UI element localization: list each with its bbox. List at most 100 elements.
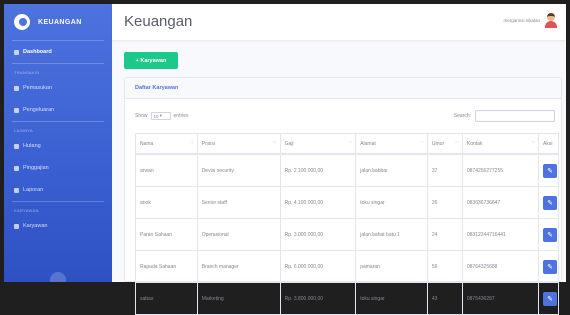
edit-icon: ✎ — [547, 295, 553, 303]
cell-umur: 56 — [426, 250, 463, 283]
sidebar-item-hutang[interactable]: Hutang — [4, 135, 112, 157]
column-header[interactable]: Umur ↑↓ — [426, 133, 463, 155]
sidebar-item-pengeluaran[interactable]: Pengeluaran — [4, 99, 112, 121]
cell-nama: anok — [135, 186, 198, 219]
brand[interactable]: KEUANGAN — [4, 4, 112, 40]
sidebar-toggle-button[interactable] — [50, 272, 66, 282]
plus-icon — [14, 85, 19, 91]
cell-umur: 37 — [426, 154, 463, 187]
dashboard-icon — [14, 49, 19, 55]
column-header[interactable]: Gaji ↑↓ — [279, 133, 356, 155]
employee-card: Daftar Karyawan Show 10 ▾ entries Search… — [124, 77, 562, 315]
topbar: Keuangan mergarinsi nikalan — [112, 4, 566, 40]
edit-icon: ✎ — [547, 231, 553, 239]
sidebar-item-label: Pengeluaran — [23, 107, 55, 113]
edit-icon: ✎ — [547, 263, 553, 271]
search: Search: — [454, 110, 555, 122]
minus-icon — [14, 107, 19, 113]
card-title: Daftar Karyawan — [125, 78, 561, 99]
cell-gaji: Rp. 4.100.000,00 — [279, 186, 356, 219]
cell-posisi: Devisi security — [196, 154, 281, 187]
cell-aksi: ✎ — [538, 154, 559, 187]
table-row: Rapada Sahaan Branch manager Rp. 6.000.0… — [135, 250, 559, 283]
cell-kontak: 0875436287 — [461, 282, 539, 315]
edit-button[interactable]: ✎ — [543, 227, 557, 242]
cell-alamat: pamaran — [355, 250, 428, 283]
search-label: Search: — [453, 113, 471, 119]
list-icon — [14, 187, 19, 193]
table-row: Paran Sahaan Operasional Rp. 3.000.000,0… — [135, 218, 559, 251]
user-name[interactable]: mergarinsi nikalan — [503, 18, 540, 23]
sidebar-item-label: Laporan — [23, 187, 44, 193]
cell-alamat: toku singar — [355, 186, 428, 219]
cell-nama: Paran Sahaan — [135, 218, 198, 251]
cell-umur: 43 — [426, 282, 463, 315]
sidebar-item-pinggajian[interactable]: Pinggajian — [4, 157, 112, 179]
sidebar-item-dashboard[interactable]: Dashboard — [4, 41, 112, 63]
cell-posisi: Operasional — [196, 218, 281, 251]
sidebar-heading: LAINNYA — [14, 128, 33, 133]
table-controls: Show 10 ▾ entries Search: — [135, 110, 555, 122]
cell-nama: Rapada Sahaan — [135, 250, 198, 283]
table-row: anok Senior staff Rp. 4.100.000,00 toku … — [135, 186, 559, 219]
logo-icon — [14, 14, 30, 30]
edit-button[interactable]: ✎ — [543, 291, 557, 306]
cell-umur: 26 — [426, 186, 463, 219]
sidebar-item-label: Pemasukan — [23, 85, 53, 91]
page-length: Show 10 ▾ entries — [135, 112, 189, 120]
cell-kontak: 08312244716441 — [461, 218, 539, 251]
sidebar-item-pemasukan[interactable]: Pemasukan — [4, 77, 112, 99]
sidebar-item-label: Karyawan — [23, 223, 48, 229]
cell-posisi: Marketing — [196, 282, 281, 315]
edit-button[interactable]: ✎ — [543, 195, 557, 210]
cell-alamat: jalan.bahat batu 1 — [355, 218, 428, 251]
cell-alamat: toku singar — [355, 282, 428, 315]
cell-kontak: 083636736647 — [461, 186, 539, 219]
entries-label: entries — [173, 113, 189, 119]
cell-nama: sabas — [135, 282, 198, 315]
column-header[interactable]: Posisi ↑↓ — [196, 133, 281, 155]
avatar[interactable] — [544, 13, 558, 29]
cell-posisi: Branch manager — [196, 250, 281, 283]
edit-icon: ✎ — [547, 199, 553, 207]
table-header-row: Nama ↑↓ Posisi ↑↓ Gaji ↑↓ Alamat ↑↓ Umur ↑↓ K… — [135, 133, 559, 155]
cell-aksi: ✎ — [538, 218, 559, 251]
edit-icon: ✎ — [547, 167, 553, 175]
list-icon — [14, 165, 19, 171]
page-length-select[interactable]: 10 ▾ — [150, 112, 171, 120]
sidebar-heading: TRANSAKSI — [14, 70, 40, 75]
sidebar-item-karyawan[interactable]: Karyawan — [4, 215, 112, 237]
cell-gaji: Rp. 3.800.000,00 — [279, 282, 356, 315]
employee-table: Nama ↑↓ Posisi ↑↓ Gaji ↑↓ Alamat ↑↓ Umur ↑↓ K… — [135, 133, 559, 315]
sidebar: KEUANGAN Dashboard TRANSAKSI Pemasukan P… — [4, 4, 112, 282]
cell-kontak: 08764325688 — [461, 250, 539, 283]
sidebar-item-laporan[interactable]: Laporan — [4, 179, 112, 201]
cell-alamat: jalan.babbar — [355, 154, 428, 187]
column-header[interactable]: Alamat ↑↓ — [355, 133, 428, 155]
page-title: Keuangan — [124, 13, 193, 30]
column-header[interactable]: Nama ↑↓ — [135, 133, 198, 155]
show-label: Show — [135, 113, 148, 119]
edit-button[interactable]: ✎ — [543, 259, 557, 274]
cell-gaji: Rp. 3.000.000,00 — [279, 218, 356, 251]
cell-umur: 24 — [426, 218, 463, 251]
cell-posisi: Senior staff — [196, 186, 281, 219]
brand-name: KEUANGAN — [38, 18, 82, 26]
sidebar-heading: KARYAWAN — [14, 208, 39, 213]
avatar-head — [547, 13, 555, 21]
column-header[interactable]: Kontak ↑↓ — [461, 133, 539, 155]
list-icon — [14, 143, 19, 149]
cell-aksi: ✎ — [538, 186, 559, 219]
column-header[interactable]: Aksi — [538, 133, 559, 155]
add-karyawan-button[interactable]: + Karyawan — [124, 52, 178, 69]
table-row: arwan Devisi security Rp. 2.100.000,00 j… — [135, 154, 559, 187]
sidebar-item-label: Hutang — [23, 143, 41, 149]
avatar-body — [545, 21, 557, 28]
edit-button[interactable]: ✎ — [543, 163, 557, 178]
table-row: sabas Marketing Rp. 3.800.000,00 toku si… — [135, 282, 559, 315]
sidebar-item-label: Dashboard — [23, 49, 52, 55]
cell-kontak: 0874256277255 — [461, 154, 539, 187]
list-icon — [14, 223, 19, 229]
search-input[interactable] — [475, 110, 555, 122]
sidebar-item-label: Pinggajian — [23, 165, 49, 171]
